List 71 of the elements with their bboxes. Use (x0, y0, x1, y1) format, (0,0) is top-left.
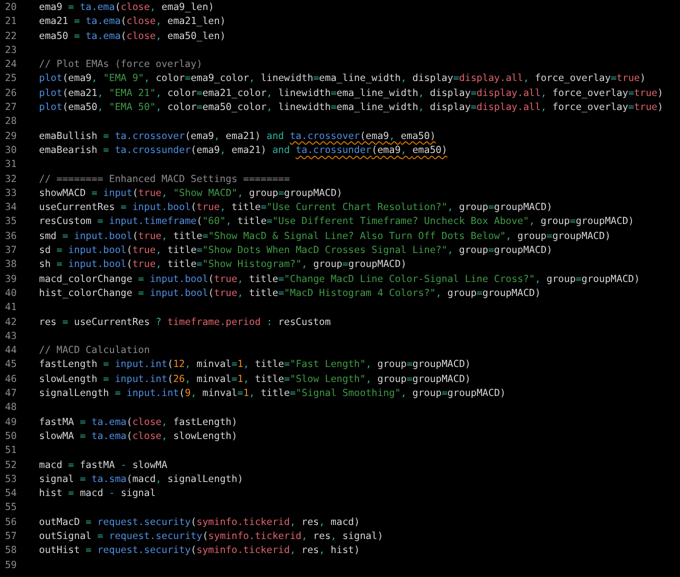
code-line: plot(ema21, "EMA 21", color=ema21_color, linewidth=ema_line_width, display=display.all, force_overlay=true) (39, 86, 664, 101)
code-line: sd = input.bool(true, title="Show Dots When MacD Crosses Signal Line?", group=groupMACD) (39, 244, 552, 258)
line-number: 40 (4, 286, 18, 301)
line-number: 43 (4, 330, 18, 344)
line-number: 28 (4, 115, 18, 130)
line-number: 38 (4, 258, 18, 272)
code-line: fastLength = input.int(12, minval=1, title="Fast Length", group=groupMACD) (39, 358, 471, 372)
line-number: 25 (4, 72, 18, 86)
line-number: 32 (4, 172, 18, 187)
code-line: ema9 = ta.ema(close, ema9_len) (39, 1, 214, 15)
line-number: 50 (4, 430, 18, 444)
code-line: slowMA = ta.ema(close, slowLength) (39, 430, 238, 444)
line-number: 58 (4, 544, 18, 558)
line-number: 59 (4, 558, 18, 573)
code-line: hist_colorChange = input.bool(true, title="MacD Histogram 4 Colors?", group=groupMACD) (39, 286, 541, 301)
code-line: showMACD = input(true, "Show MACD", group=groupMACD) (39, 186, 342, 201)
line-number: 33 (4, 186, 18, 201)
line-number: 29 (4, 130, 18, 144)
line-number: 27 (4, 101, 18, 116)
line-number: 20 (4, 1, 18, 15)
line-number: 53 (4, 472, 18, 487)
line-number: 56 (4, 516, 18, 530)
code-line: res = useCurrentRes ? timeframe.period : resCustom (39, 316, 331, 330)
line-number: 36 (4, 230, 18, 244)
code-line: macd = fastMA - slowMA (39, 458, 168, 472)
line-number: 47 (4, 387, 18, 402)
code-line: // ======== Enhanced MACD Settings ======== (39, 172, 290, 187)
code-line: signal = ta.sma(macd, signalLength) (39, 472, 244, 487)
line-number: 45 (4, 358, 18, 372)
line-number: 44 (4, 344, 18, 358)
code-line: hist = macd - signal (39, 487, 156, 502)
code-line: // MACD Calculation (39, 344, 150, 358)
line-number: 55 (4, 501, 18, 516)
code-line: fastMA = ta.ema(close, fastLength) (39, 416, 238, 430)
line-number: 24 (4, 58, 18, 72)
line-number: 23 (4, 44, 18, 58)
code-line: emaBullish = ta.crossover(ema9, ema21) and ta.crossover(ema9, ema50) (39, 130, 436, 144)
code-line: slowLength = input.int(26, minval=1, title="Slow Length", group=groupMACD) (39, 372, 471, 387)
code-line: // Plot EMAs (force overlay) (39, 58, 202, 72)
line-number: 54 (4, 487, 18, 502)
code-line: sh = input.bool(true, title="Show Histogram?", group=groupMACD) (39, 258, 407, 272)
code-line: signalLength = input.int(9, minval=1, title="Signal Smoothing", group=groupMACD) (39, 387, 506, 402)
code-line: emaBearish = ta.crossunder(ema9, ema21) and ta.crossunder(ema9, ema50) (39, 144, 448, 158)
line-number: 21 (4, 15, 18, 30)
line-number: 26 (4, 86, 18, 101)
code-line: smd = input.bool(true, title="Show MacD & Signal Line? Also Turn Off Dots Below", group=groupMACD) (39, 230, 611, 244)
line-number: 41 (4, 301, 18, 316)
line-number: 52 (4, 458, 18, 472)
line-number: 22 (4, 30, 18, 44)
line-number: 42 (4, 316, 18, 330)
line-number: 48 (4, 401, 18, 416)
line-number: 34 (4, 201, 18, 216)
code-line: macd_colorChange = input.bool(true, title="Change MacD Line Color-Signal Line Cross?", group=groupMACD) (39, 272, 640, 287)
line-number: 31 (4, 158, 18, 172)
line-number: 46 (4, 372, 18, 387)
line-number: 51 (4, 444, 18, 458)
line-number: 37 (4, 244, 18, 258)
line-number: 49 (4, 416, 18, 430)
line-number: 30 (4, 144, 18, 158)
code-line: outSignal = request.security(syminfo.tickerid, res, signal) (39, 530, 384, 544)
code-line: ema21 = ta.ema(close, ema21_len) (39, 15, 226, 30)
code-line: outMacD = request.security(syminfo.tickerid, res, macd) (39, 516, 360, 530)
code-line: plot(ema9, "EMA 9", color=ema9_color, linewidth=ema_line_width, display=display.all, force_overlay=true) (39, 72, 646, 86)
line-number: 57 (4, 530, 18, 544)
line-number: 35 (4, 215, 18, 230)
code-line: ema50 = ta.ema(close, ema50_len) (39, 30, 226, 44)
code-line: plot(ema50, "EMA 50", color=ema50_color, linewidth=ema_line_width, display=display.all, force_overlay=true) (39, 101, 664, 116)
code-line: useCurrentRes = input.bool(true, title="Use Current Chart Resolution?", group=groupMACD) (39, 201, 552, 216)
code-line: resCustom = input.timeframe("60", title="Use Different Timeframe? Uncheck Box Above", group=groupMACD) (39, 215, 634, 230)
line-number: 39 (4, 272, 18, 287)
code-line: outHist = request.security(syminfo.tickerid, res, hist) (39, 544, 360, 558)
